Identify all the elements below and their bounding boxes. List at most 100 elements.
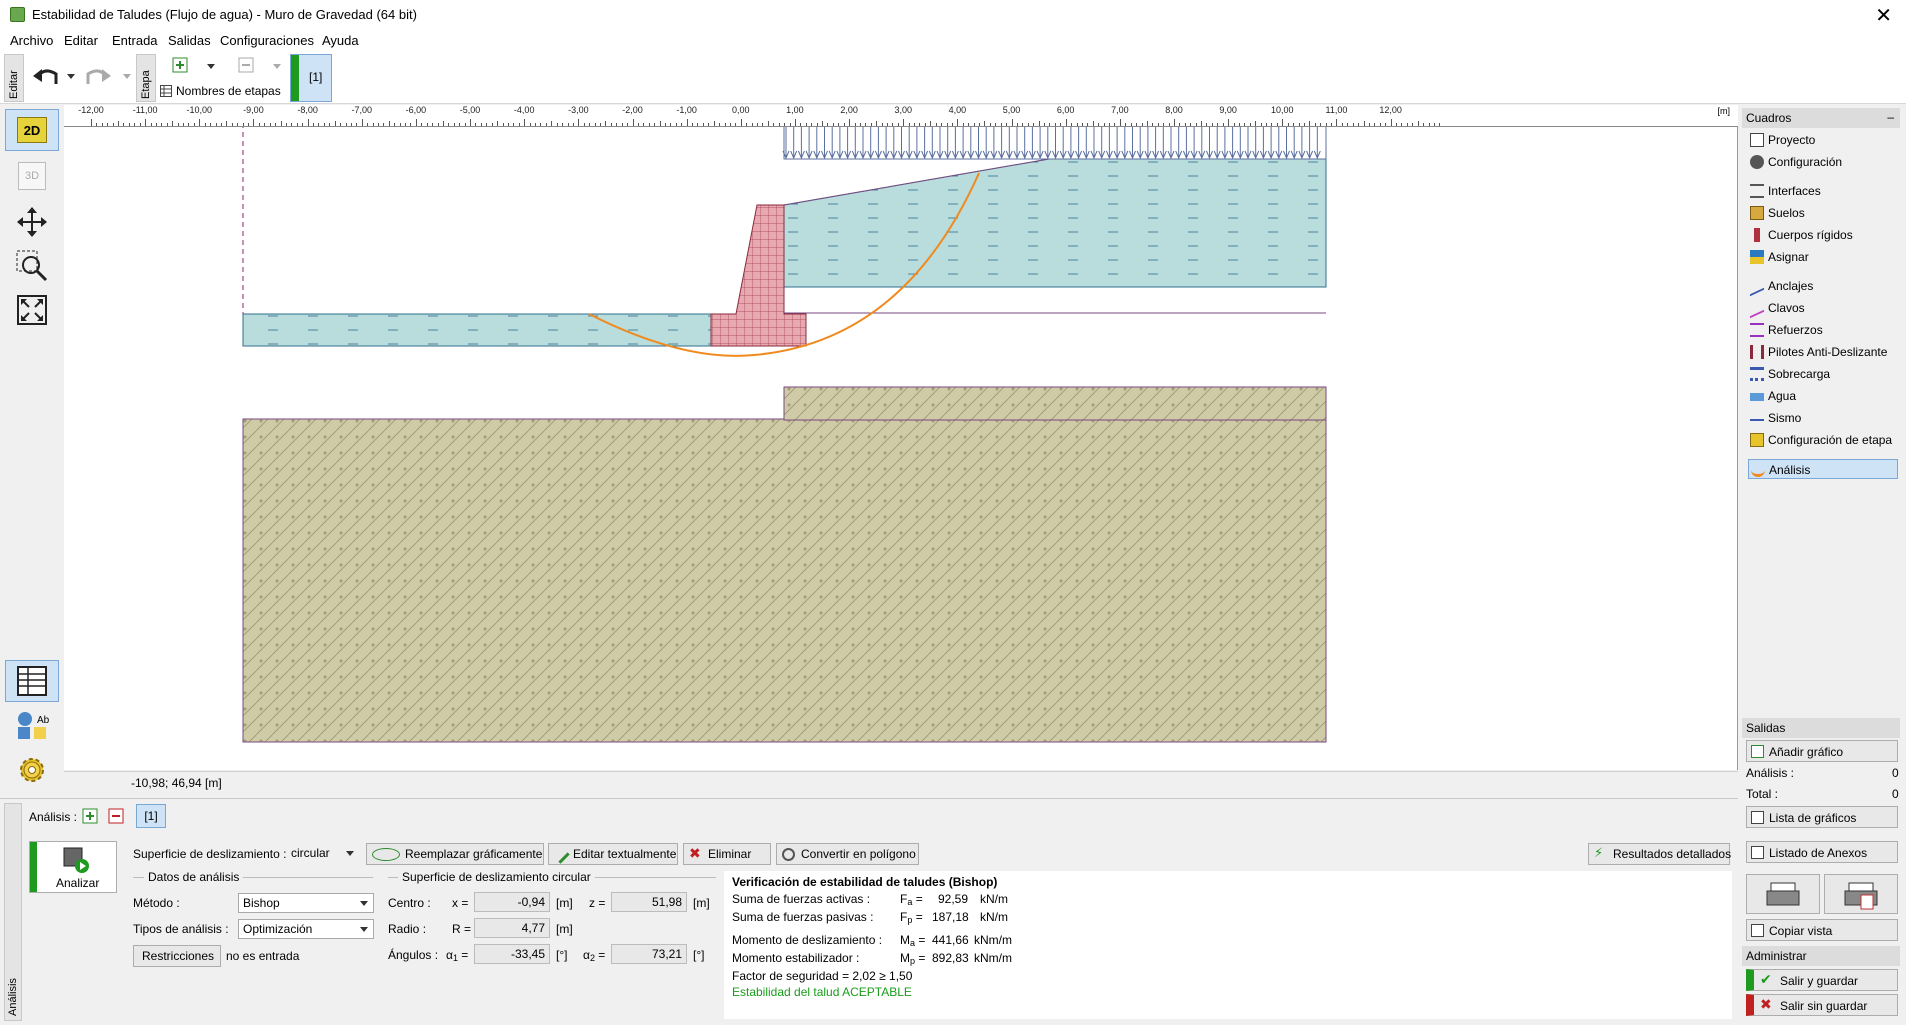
add-chart-button[interactable]: Añadir gráfico	[1746, 740, 1898, 762]
view-2d-button[interactable]: 2D	[5, 109, 59, 151]
ruler-tick-label: 9,00	[1219, 105, 1237, 115]
r-unit: [m]	[556, 922, 573, 936]
cuadros-header: Cuadros –	[1742, 108, 1900, 128]
legend-button[interactable]: Ab	[5, 705, 59, 747]
ruler-tick-mark	[567, 123, 569, 126]
surcharge-arrow	[905, 124, 913, 160]
remove-analysis-button[interactable]	[108, 808, 124, 824]
ruler-tick-mark	[946, 123, 948, 126]
print-preview-button[interactable]	[1824, 874, 1898, 914]
delete-button[interactable]: ✖ Eliminar	[683, 843, 771, 865]
undo-button[interactable]	[30, 62, 60, 92]
convert-polygon-button[interactable]: Convertir en polígono	[776, 843, 919, 865]
ruler-tick-mark	[383, 123, 385, 126]
remove-stage-button[interactable]	[238, 57, 254, 73]
print-button[interactable]	[1746, 874, 1820, 914]
frame-agua[interactable]: Agua	[1748, 386, 1898, 406]
frame-suelos[interactable]: Suelos	[1748, 203, 1898, 223]
stage-tab[interactable]: Etapa	[136, 54, 156, 102]
settings-button[interactable]	[5, 749, 59, 791]
exit-nosave-button[interactable]: ✖ Salir sin guardar	[1746, 994, 1898, 1016]
radius-field[interactable]: 4,77	[474, 918, 550, 938]
ruler-tick-mark	[1320, 123, 1322, 126]
analysis-side-tab[interactable]: Análisis	[4, 803, 22, 1021]
stage-names-button[interactable]: Nombres de etapas	[160, 82, 281, 100]
frame-proyecto[interactable]: Proyecto	[1748, 130, 1898, 150]
redo-button[interactable]	[84, 62, 114, 92]
save-exit-button[interactable]: ✔ Salir y guardar	[1746, 969, 1898, 991]
document-icon	[1750, 133, 1764, 147]
ruler-tick-mark	[172, 121, 174, 126]
center-z-field[interactable]: 51,98	[611, 892, 687, 912]
frame-sobrecarga[interactable]: Sobrecarga	[1748, 364, 1898, 384]
ruler-tick-mark	[1293, 123, 1295, 126]
frame-configuracion-etapa[interactable]: Configuración de etapa	[1748, 430, 1898, 450]
frame-sismo[interactable]: Sismo	[1748, 408, 1898, 428]
frame-analisis[interactable]: Análisis	[1748, 459, 1898, 479]
ruler-tick-mark	[442, 121, 444, 126]
ruler-tick-label: -5,00	[459, 105, 481, 115]
ruler-tick-mark	[654, 123, 656, 126]
frame-configuracion[interactable]: Configuración	[1748, 152, 1898, 172]
menu-configuraciones[interactable]: Configuraciones	[220, 33, 314, 48]
frame-refuerzos[interactable]: Refuerzos	[1748, 320, 1898, 340]
alpha1-field[interactable]: -33,45	[474, 944, 550, 964]
frame-interfaces[interactable]: Interfaces	[1748, 181, 1898, 201]
menu-archivo[interactable]: Archivo	[10, 33, 53, 48]
frame-anclajes[interactable]: Anclajes	[1748, 275, 1898, 297]
copy-view-button[interactable]: Copiar vista	[1746, 919, 1898, 941]
surcharge-arrows	[782, 124, 1321, 160]
add-stage-dropdown[interactable]	[206, 60, 216, 70]
analyze-button[interactable]: Analizar	[29, 841, 117, 893]
view-3d-button[interactable]: 3D	[5, 155, 59, 197]
surcharge-arrow	[1129, 124, 1136, 160]
chart-list-button[interactable]: Lista de gráficos	[1746, 806, 1898, 828]
ruler-tick-mark	[1190, 123, 1192, 126]
annex-list-button[interactable]: Listado de Anexos	[1746, 841, 1898, 863]
analysis-type-select[interactable]: Optimización	[238, 919, 374, 939]
ruler-tick-mark	[459, 123, 461, 126]
soil-icon	[1750, 206, 1764, 220]
soil-layer-lower	[242, 418, 1327, 743]
collapse-icon[interactable]: –	[1887, 110, 1894, 124]
edit-tab[interactable]: Editar	[4, 54, 24, 102]
frame-asignar[interactable]: Asignar	[1748, 247, 1898, 267]
table-view-button[interactable]	[5, 660, 59, 702]
menu-ayuda[interactable]: Ayuda	[322, 33, 359, 48]
ruler-tick-mark	[150, 123, 152, 126]
center-x-field[interactable]: -0,94	[474, 892, 550, 912]
drawing-canvas[interactable]	[64, 122, 1738, 770]
x-unit: [m]	[556, 896, 573, 910]
ruler-tick-mark	[183, 123, 185, 126]
zoom-extents-button[interactable]	[5, 289, 59, 331]
redo-dropdown[interactable]	[122, 70, 132, 82]
menu-entrada[interactable]: Entrada	[112, 33, 158, 48]
frame-pilotes[interactable]: Pilotes Anti-Deslizante	[1748, 342, 1898, 362]
ruler-tick-mark	[973, 123, 975, 126]
frame-label: Asignar	[1768, 250, 1809, 264]
menu-salidas[interactable]: Salidas	[168, 33, 211, 48]
alpha2-field[interactable]: 73,21	[611, 944, 687, 964]
frame-cuerpos-rigidos[interactable]: Cuerpos rígidos	[1748, 225, 1898, 245]
menu-editar[interactable]: Editar	[64, 33, 98, 48]
analyze-icon	[63, 847, 89, 873]
frame-clavos[interactable]: Clavos	[1748, 297, 1898, 319]
analysis-1-button[interactable]: [1]	[136, 804, 166, 828]
surcharge-arrow	[1213, 124, 1221, 160]
add-analysis-button[interactable]	[82, 808, 98, 824]
slip-surface-select[interactable]: circular	[286, 843, 360, 863]
stage-1-button[interactable]: [1]	[290, 54, 332, 102]
remove-stage-dropdown[interactable]	[272, 60, 282, 70]
edit-text-button[interactable]: Editar textualmente	[548, 843, 678, 865]
zoom-button[interactable]	[5, 245, 59, 287]
method-select[interactable]: Bishop	[238, 893, 374, 913]
close-window-button[interactable]: ✕	[1875, 3, 1892, 28]
pan-button[interactable]	[5, 201, 59, 243]
undo-dropdown[interactable]	[66, 70, 76, 82]
restrictions-button[interactable]: Restricciones	[133, 945, 221, 967]
slide-moment-symbol: Ma =	[900, 933, 926, 948]
add-stage-button[interactable]	[172, 57, 188, 73]
replace-graphic-button[interactable]: Reemplazar gráficamente	[366, 843, 544, 865]
detailed-results-button[interactable]: ⚡ Resultados detallados	[1588, 843, 1731, 865]
ruler-tick-mark	[664, 123, 666, 126]
